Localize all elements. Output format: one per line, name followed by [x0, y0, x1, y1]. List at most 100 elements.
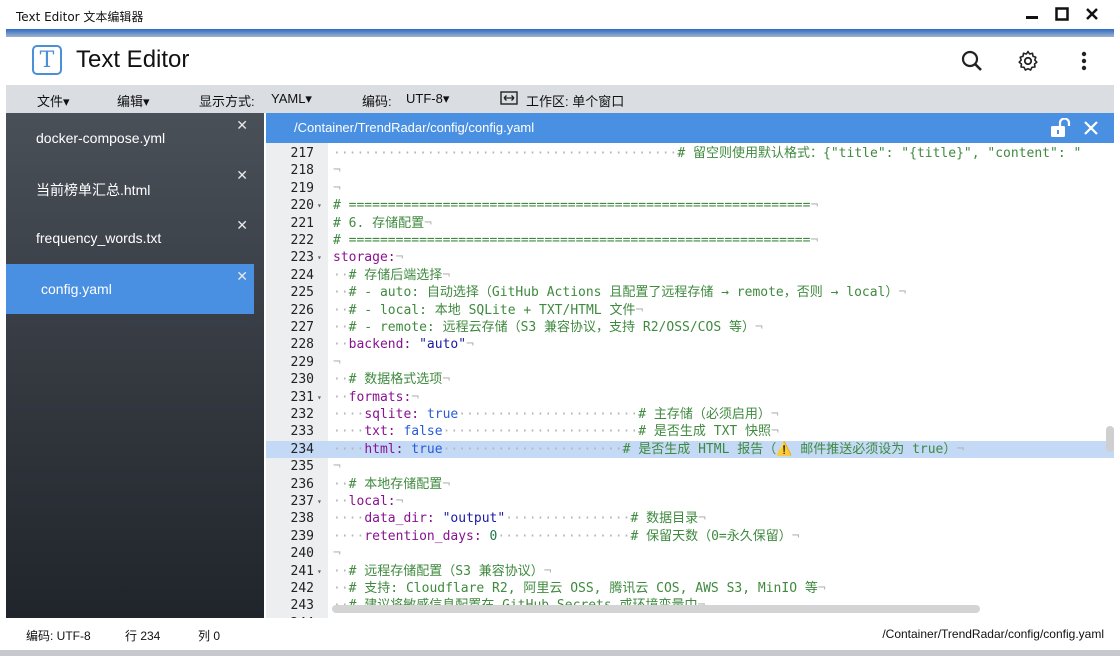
line-number: 240 [290, 546, 314, 562]
code-text: ··# 远程存储配置（S3 兼容协议）¬ [333, 563, 552, 579]
window-controls [1022, 4, 1102, 24]
line-number: 232 [290, 407, 314, 422]
code-text: ····data_dir: "output"················# … [333, 511, 706, 527]
code-line[interactable]: 240 ¬ [266, 545, 1114, 562]
fold-toggle-icon[interactable]: ▾ [317, 197, 322, 214]
workspace-mode[interactable]: 工作区: 单个窗口 [526, 91, 624, 110]
code-line[interactable]: 227 ··# - remote: 远程云存储（S3 兼容协议，支持 R2/OSS… [266, 319, 1114, 336]
display-mode-label: 显示方式: [199, 94, 255, 109]
status-row: 行 234 [125, 629, 161, 643]
line-number: 223 [290, 250, 314, 266]
code-line[interactable]: 230 ··# 数据格式选项¬ [266, 371, 1114, 388]
file-tab[interactable]: frequency_words.txt ✕ [6, 213, 254, 263]
line-number: 235 [290, 459, 314, 475]
code-line[interactable]: 224 ··# 存储后端选择¬ [266, 267, 1114, 284]
code-line[interactable]: 231 ▾ ··formats:¬ [266, 389, 1114, 406]
window-titlebar[interactable]: Text Editor 文本编辑器 [0, 0, 1120, 30]
menu-file[interactable]: 文件▾ [37, 91, 70, 110]
code-text: # 6. 存储配置¬ [333, 215, 432, 231]
code-line[interactable]: 218 ¬ [266, 162, 1114, 179]
code-text: ····sqlite: true·······················#… [333, 407, 779, 422]
fold-toggle-icon[interactable]: ▾ [317, 563, 322, 580]
line-number: 226 [290, 302, 314, 318]
maximize-button[interactable] [1052, 4, 1072, 24]
line-number: 231 [290, 389, 314, 405]
code-line[interactable]: 237 ▾ ··local:¬ [266, 493, 1114, 510]
settings-button[interactable] [1016, 49, 1040, 73]
line-number: 234 [290, 441, 314, 457]
code-text: ¬ [333, 180, 341, 196]
code-line[interactable]: 239 ····retention_days: 0················… [266, 528, 1114, 545]
close-file-button[interactable] [1082, 119, 1100, 141]
minimize-button[interactable] [1022, 4, 1042, 24]
more-button[interactable] [1072, 49, 1096, 73]
code-line[interactable]: 223 ▾ storage:¬ [266, 249, 1114, 266]
close-icon [1084, 121, 1098, 135]
code-line[interactable]: 241 ▾ ··# 远程存储配置（S3 兼容协议）¬ [266, 563, 1114, 580]
app-title: Text Editor [76, 46, 190, 73]
app-header: T Text Editor [6, 37, 1114, 85]
accent-bar [6, 29, 1114, 37]
menu-edit[interactable]: 编辑▾ [117, 91, 150, 110]
display-mode-select[interactable]: YAML▾ [271, 91, 312, 107]
line-number: 221 [290, 215, 314, 231]
tab-close-icon[interactable]: ✕ [236, 268, 248, 285]
code-line[interactable]: 242 ··# 支持: Cloudflare R2, 阿里云 OSS, 腾讯云 C… [266, 580, 1114, 597]
code-line[interactable]: 217 ·····································… [266, 145, 1114, 162]
code-text: ··# - auto: 自动选择（GitHub Actions 且配置了远程存储… [333, 285, 907, 301]
workspace-icon [500, 90, 518, 109]
search-button[interactable] [960, 49, 984, 73]
bottom-edge [0, 650, 1120, 656]
line-number: 227 [290, 320, 314, 335]
tab-close-icon[interactable]: ✕ [236, 117, 248, 134]
code-area[interactable]: 217 ·····································… [266, 143, 1114, 618]
code-text: ¬ [333, 163, 341, 179]
horizontal-scrollbar[interactable] [332, 605, 980, 613]
gear-icon [1018, 50, 1038, 71]
line-number: 239 [290, 528, 314, 544]
file-tabs-sidebar: docker-compose.yml ✕ 当前榜单汇总.html ✕ frequ… [6, 113, 264, 618]
file-tab-active[interactable]: config.yaml ✕ [6, 264, 254, 314]
line-number: 229 [290, 354, 314, 370]
maximize-icon [1055, 7, 1069, 21]
code-text: ··local:¬ [333, 494, 404, 509]
minimize-icon [1026, 16, 1038, 19]
code-line[interactable]: 226 ··# - local: 本地 SQLite + TXT/HTML 文件¬ [266, 302, 1114, 319]
tab-close-icon[interactable]: ✕ [236, 167, 248, 184]
code-line[interactable]: 238 ····data_dir: "output"···············… [266, 510, 1114, 527]
close-window-button[interactable] [1082, 4, 1102, 24]
line-number: 241 [290, 563, 314, 579]
code-line[interactable]: 232 ····sqlite: true·····················… [266, 406, 1114, 423]
vertical-scrollbar[interactable] [1106, 426, 1114, 452]
code-text: ··# - local: 本地 SQLite + TXT/HTML 文件¬ [333, 302, 644, 318]
code-line[interactable]: 229 ¬ [266, 354, 1114, 371]
code-text: ¬ [333, 546, 341, 562]
fold-toggle-icon[interactable]: ▾ [317, 249, 322, 266]
encoding-select[interactable]: UTF-8▾ [406, 91, 449, 107]
code-line[interactable]: 235 ¬ [266, 458, 1114, 475]
code-line[interactable]: 221 # 6. 存储配置¬ [266, 215, 1114, 232]
editor-header: /Container/TrendRadar/config/config.yaml [266, 113, 1114, 143]
file-tab[interactable]: docker-compose.yml ✕ [6, 113, 254, 163]
tab-close-icon[interactable]: ✕ [236, 217, 248, 234]
fold-toggle-icon[interactable]: ▾ [317, 389, 322, 406]
unlock-icon [1051, 117, 1071, 137]
code-line[interactable]: 236 ··# 本地存储配置¬ [266, 476, 1114, 493]
file-tab-label: 当前榜单汇总.html [36, 182, 151, 198]
code-line[interactable]: 219 ¬ [266, 180, 1114, 197]
line-number: 217 [290, 146, 314, 161]
line-number: 220 [290, 198, 314, 214]
status-bar: 编码: UTF-8 行 234 列 0 /Container/TrendRada… [6, 618, 1114, 650]
code-line[interactable]: 225 ··# - auto: 自动选择（GitHub Actions 且配置了远… [266, 284, 1114, 301]
code-line[interactable]: 228 ··backend: "auto"¬ [266, 336, 1114, 353]
status-column: 列 0 [198, 629, 221, 643]
file-tab[interactable]: 当前榜单汇总.html ✕ [6, 163, 254, 213]
code-line[interactable]: 233 ····txt: false·······················… [266, 423, 1114, 440]
code-line[interactable]: 220 ▾ # ==================================… [266, 197, 1114, 214]
search-icon [961, 50, 982, 71]
code-line[interactable]: 222 # ===================================… [266, 232, 1114, 249]
code-line[interactable]: 234 ····html: true·······················… [266, 440, 1114, 459]
fold-toggle-icon[interactable]: ▾ [317, 493, 322, 510]
close-window-icon [1086, 8, 1098, 20]
unlock-button[interactable] [1050, 117, 1074, 142]
